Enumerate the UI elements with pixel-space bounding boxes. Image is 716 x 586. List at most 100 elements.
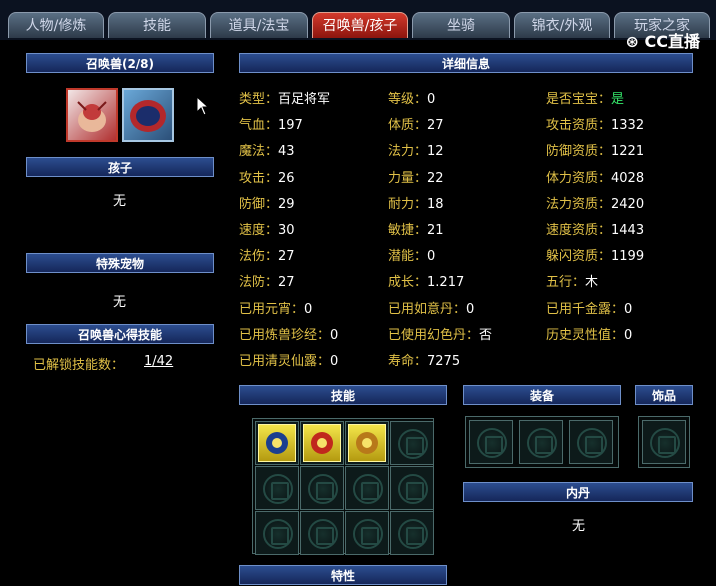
skill-icon: [348, 424, 386, 462]
stat-label: 防御：: [239, 196, 279, 212]
stat-value: 0: [624, 301, 633, 317]
stat-row: 体质：27: [388, 117, 444, 135]
stat-row: 五行：木: [546, 274, 598, 292]
stat-row: 耐力：18: [388, 196, 444, 214]
equipment-slot[interactable]: [519, 420, 563, 464]
equipment-slot[interactable]: [469, 420, 513, 464]
special-pet-value: 无: [113, 295, 127, 310]
skill-slot-filled[interactable]: [345, 421, 389, 465]
stat-label: 历史灵性值：: [546, 327, 625, 343]
skill-slot-empty[interactable]: [255, 511, 299, 555]
tab-skills[interactable]: 技能: [108, 12, 206, 38]
stat-row: 历史灵性值：0: [546, 327, 632, 345]
stat-value: 12: [427, 144, 444, 160]
skills-grid: [252, 418, 434, 555]
accessory-slot-item[interactable]: [642, 420, 686, 464]
stat-label: 躲闪资质：: [546, 249, 612, 265]
stat-label: 法伤：: [239, 249, 279, 265]
stat-value: 0: [427, 92, 436, 107]
skill-slot-empty[interactable]: [345, 511, 389, 555]
stat-label: 寿命：: [388, 354, 428, 369]
stat-value: 7275: [427, 354, 461, 369]
skill-slot-filled[interactable]: [300, 421, 344, 465]
equipment-slot[interactable]: [569, 420, 613, 464]
stat-value: 0: [330, 354, 339, 369]
stat-label: 速度：: [239, 223, 279, 238]
tab-outfit[interactable]: 锦衣/外观: [514, 12, 610, 38]
trait-header: 特性: [239, 565, 447, 585]
stat-value: 27: [278, 249, 295, 265]
stat-label: 类型：: [239, 92, 279, 107]
stat-value: 21: [427, 223, 444, 238]
stat-row: 已用千金露：0: [546, 301, 632, 319]
equipment-slots: [465, 416, 619, 468]
skill-slot-empty[interactable]: [255, 466, 299, 510]
stat-row: 魔法：43: [239, 143, 295, 161]
stat-value: 否: [479, 327, 493, 343]
stat-value: 0: [624, 327, 633, 343]
tab-bar: 人物/修炼 技能 道具/法宝 召唤兽/孩子 坐骑 锦衣/外观 玩家之家: [0, 0, 716, 40]
stat-row: 防御：29: [239, 196, 295, 214]
stat-value: 26: [278, 170, 295, 186]
stat-label: 等级：: [388, 92, 428, 107]
stat-label: 防御资质：: [546, 144, 612, 160]
detail-header: 详细信息: [239, 53, 693, 73]
unlocked-skills-count[interactable]: 1/42: [144, 354, 173, 369]
stat-label: 已用清灵仙露：: [239, 354, 331, 369]
stat-label: 法力资质：: [546, 196, 612, 212]
stat-row: 敏捷：21: [388, 222, 444, 240]
stat-label: 是否宝宝：: [546, 92, 612, 107]
stat-label: 耐力：: [388, 196, 428, 212]
stat-value: 1332: [611, 118, 645, 134]
empty-slot-emblem-icon: [577, 428, 607, 458]
stat-value: 27: [427, 118, 444, 134]
stat-value: 1199: [611, 249, 645, 265]
stat-row: 已用如意丹：0: [388, 301, 474, 319]
tab-mount[interactable]: 坐骑: [412, 12, 510, 38]
empty-slot-emblem-icon: [263, 474, 293, 504]
stat-value: 1.217: [427, 275, 465, 291]
empty-slot-emblem-icon: [308, 474, 338, 504]
skill-slot-filled[interactable]: [255, 421, 299, 465]
tab-character[interactable]: 人物/修炼: [8, 12, 104, 38]
equipment-header: 装备: [463, 385, 621, 405]
empty-slot-emblem-icon: [353, 519, 383, 549]
skill-slot-empty[interactable]: [300, 466, 344, 510]
stat-row: 法防：27: [239, 274, 295, 292]
tab-items[interactable]: 道具/法宝: [210, 12, 308, 38]
stat-value: 木: [585, 275, 599, 291]
stat-value: 22: [427, 170, 444, 186]
skill-slot-empty[interactable]: [300, 511, 344, 555]
logo-text: CC直播: [644, 32, 701, 51]
child-header: 孩子: [26, 157, 214, 177]
empty-slot-emblem-icon: [477, 428, 507, 458]
stat-label: 法防：: [239, 275, 279, 291]
stat-label: 气血：: [239, 118, 279, 134]
pet-skill-header: 召唤兽心得技能: [26, 324, 214, 344]
stat-label: 敏捷：: [388, 223, 428, 238]
skill-slot-empty[interactable]: [390, 421, 434, 465]
stat-value: 43: [278, 144, 295, 160]
special-pet-header: 特殊宠物: [26, 253, 214, 273]
stat-label: 五行：: [546, 275, 586, 291]
skill-slot-empty[interactable]: [345, 466, 389, 510]
stat-row: 已用炼兽珍经：0: [239, 327, 338, 345]
empty-slot-emblem-icon: [308, 519, 338, 549]
skill-icon: [303, 424, 341, 462]
pet-portrait-selected[interactable]: [66, 88, 118, 142]
tab-summon[interactable]: 召唤兽/孩子: [312, 12, 408, 38]
stat-value: 是: [611, 92, 625, 107]
child-value: 无: [113, 194, 127, 209]
stat-row: 法力资质：2420: [546, 196, 644, 214]
stat-value: 30: [278, 223, 295, 238]
stat-value: 0: [330, 327, 339, 343]
logo-icon: ⊛: [625, 32, 639, 51]
stat-value: 18: [427, 196, 444, 212]
stat-value: 4028: [611, 170, 645, 186]
stat-row: 体力资质：4028: [546, 170, 644, 188]
stat-row: 等级：0: [388, 91, 435, 109]
stat-row: 法力：12: [388, 143, 444, 161]
skill-slot-empty[interactable]: [390, 511, 434, 555]
pet-portrait-second[interactable]: [122, 88, 174, 142]
skill-slot-empty[interactable]: [390, 466, 434, 510]
